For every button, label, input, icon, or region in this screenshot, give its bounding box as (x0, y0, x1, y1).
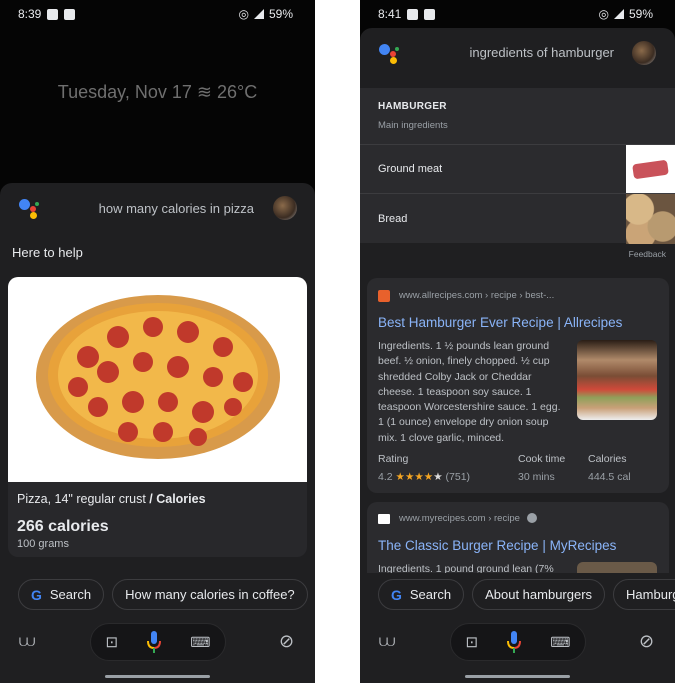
burger-image (577, 340, 657, 420)
image-notification-icon (47, 8, 59, 20)
calories-value: 444.5 cal (588, 471, 631, 483)
result-title-link[interactable]: Best Hamburger Ever Recipe | Allrecipes (378, 315, 622, 330)
portion-size: 100 grams (17, 538, 69, 550)
hotspot-icon: ◎ (598, 7, 609, 21)
hotspot-icon: ◎ (238, 7, 249, 21)
myrecipes-favicon (378, 514, 390, 524)
bread-image (626, 194, 675, 244)
home-indicator[interactable] (105, 675, 210, 678)
app-notification-icon (64, 8, 76, 20)
greeting: Here to help (12, 245, 83, 260)
explore-compass-icon[interactable]: ⊘ (639, 631, 654, 652)
knowledge-panel: HAMBURGER Main ingredients Ground meat B… (360, 88, 675, 244)
rating-number: 4.2 (378, 471, 393, 483)
search-result-card[interactable]: www.allrecipes.com › recipe › best-... B… (367, 278, 669, 493)
food-item: Pizza, 14" regular crust (17, 492, 146, 506)
keyboard-icon[interactable]: ⌨ (550, 634, 570, 651)
ingredient-label: Bread (378, 213, 408, 225)
search-chip[interactable]: G Search (378, 579, 465, 610)
google-g-icon: G (391, 586, 402, 603)
google-g-icon: G (31, 586, 42, 603)
chip-label: Hamburger m (626, 587, 675, 602)
chip-label: Search (49, 587, 92, 602)
calorie-value: 266 calories (17, 518, 109, 535)
result-source: www.myrecipes.com › recipe (399, 513, 520, 524)
star-icons: ★★★★ (395, 471, 434, 483)
mic-icon[interactable] (147, 630, 162, 654)
result-snippet: Ingredients. 1 ½ pounds lean ground beef… (378, 340, 561, 444)
ground-meat-image (626, 145, 675, 194)
query-text[interactable]: how many calories in pizza (99, 201, 254, 216)
amp-icon (527, 513, 537, 523)
snapshot-icon[interactable]: ⩊ (379, 633, 395, 651)
feedback-link[interactable]: Feedback (629, 249, 666, 259)
google-assistant-logo (19, 197, 41, 219)
temperature: 26°C (216, 82, 258, 102)
image-notification-icon (407, 8, 419, 20)
left-phone-screen: 8:39 ◎ 59% Tuesday, Nov 17 ≋ 26°C how man… (0, 0, 315, 683)
panel-subtitle: Main ingredients (378, 120, 448, 131)
suggestion-chip[interactable]: How many calories in coffee? (112, 579, 308, 610)
cook-time-label: Cook time (518, 453, 566, 465)
assistant-bottom-bar: ⩊ ⊡ ⌨ ⊘ (360, 623, 675, 661)
signal-icon (613, 9, 624, 19)
star-empty-icon: ★ (433, 471, 443, 483)
keyboard-icon[interactable]: ⌨ (190, 634, 210, 651)
status-bar: 8:41 ◎ 59% (378, 5, 653, 23)
date-text: Tuesday, Nov 17 (57, 82, 192, 102)
rating-value: 4.2 ★★★★★ (751) (378, 471, 470, 483)
result-source: www.allrecipes.com › recipe › best-... (399, 290, 555, 301)
chip-label: Search (409, 587, 452, 602)
ingredient-row[interactable]: Ground meat (360, 144, 675, 194)
status-bar: 8:39 ◎ 59% (18, 5, 293, 23)
app-notification-icon (424, 8, 436, 20)
mic-icon[interactable] (507, 630, 522, 654)
right-phone-screen: 8:41 ◎ 59% ingredients of hamburger HAMBU… (360, 0, 675, 683)
input-pill: ⊡ ⌨ (450, 623, 586, 661)
lockscreen-date-weather: Tuesday, Nov 17 ≋ 26°C (0, 82, 315, 103)
avatar[interactable] (273, 196, 297, 220)
status-time: 8:39 (18, 7, 42, 21)
avatar[interactable] (632, 41, 656, 65)
suggestion-chips: GSearch How many calories in coffee? Ho (18, 579, 315, 610)
rating-label: Rating (378, 453, 409, 465)
cook-time: 30 mins (518, 471, 555, 483)
explore-compass-icon[interactable]: ⊘ (279, 631, 294, 652)
nutrient-label: Calories (156, 492, 206, 506)
google-assistant-logo (379, 42, 401, 64)
query-text[interactable]: ingredients of hamburger (469, 45, 614, 60)
panel-title: HAMBURGER (378, 101, 447, 112)
calorie-result-card[interactable]: Pizza, 14" regular crust / Calories 266 … (8, 277, 307, 557)
suggestion-chips: G Search About hamburgers Hamburger m (378, 579, 675, 610)
result-title-link[interactable]: The Classic Burger Recipe | MyRecipes (378, 538, 616, 553)
home-indicator[interactable] (465, 675, 570, 678)
calories-label: Calories (588, 453, 627, 465)
battery-level: 59% (628, 7, 653, 21)
battery-level: 59% (268, 7, 293, 21)
suggestion-chip[interactable]: Hamburger m (613, 579, 675, 610)
review-count: (751) (445, 471, 471, 483)
search-chip[interactable]: G Search (18, 579, 105, 610)
lens-icon[interactable]: ⊡ (466, 633, 479, 651)
status-time: 8:41 (378, 7, 402, 21)
signal-icon (253, 9, 264, 19)
allrecipes-favicon (378, 290, 390, 302)
suggestion-chip[interactable]: About hamburgers (472, 579, 606, 610)
chip-label: How many calories in coffee? (125, 587, 295, 602)
ingredient-row[interactable]: Bread (360, 193, 675, 244)
chip-label: About hamburgers (485, 587, 593, 602)
haze-icon: ≋ (196, 82, 212, 102)
pizza-image (8, 277, 307, 482)
separator: / (145, 492, 157, 506)
input-pill: ⊡ ⌨ (90, 623, 226, 661)
ingredient-label: Ground meat (378, 163, 443, 175)
lens-icon[interactable]: ⊡ (106, 633, 119, 651)
assistant-bottom-bar: ⩊ ⊡ ⌨ ⊘ (0, 623, 315, 661)
snapshot-icon[interactable]: ⩊ (19, 633, 35, 651)
